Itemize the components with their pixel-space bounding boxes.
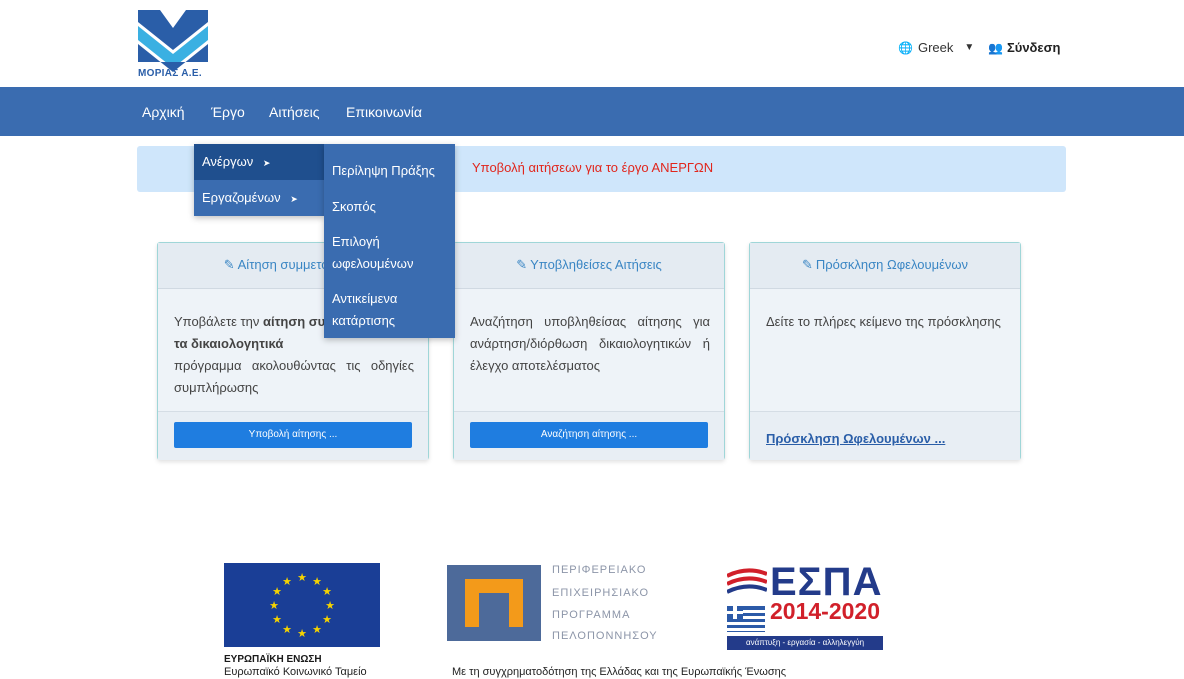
svg-text:★: ★ (282, 623, 292, 636)
nav-contact[interactable]: Επικοινωνία (346, 104, 422, 120)
submit-application-button[interactable]: Υποβολή αίτησης ... (174, 422, 412, 448)
card-body: Δείτε το πλήρες κείμενο της πρόσκλησης (766, 314, 1001, 329)
edit-icon: ✎ (223, 257, 235, 272)
greece-flag-icon (727, 606, 765, 632)
users-icon: 👥 (988, 40, 1003, 55)
card-title: ✎ Πρόσκληση Ωφελουμένων (801, 257, 969, 272)
language-selector[interactable]: 🌐 Greek ▼ (898, 40, 974, 55)
svg-text:★: ★ (325, 599, 335, 612)
pep-line-3: ΠΡΟΓΡΑΜΜΑ (552, 609, 631, 621)
alert-text: Υποβολή αιτήσεων για το έργο ΑΝΕΡΓΩΝ (472, 160, 714, 175)
svg-text:★: ★ (312, 575, 322, 588)
svg-text:★: ★ (282, 575, 292, 588)
svg-text:★: ★ (297, 571, 307, 584)
submenu-item-summary[interactable]: Περίληψη Πράξης (332, 160, 452, 182)
language-label: Greek (917, 40, 954, 55)
svg-text:★: ★ (322, 585, 332, 598)
nav-home[interactable]: Αρχική (142, 104, 185, 120)
cofunding-text: Με τη συγχρηματοδότηση της Ελλάδας και τ… (452, 666, 787, 678)
svg-text:★: ★ (297, 627, 307, 640)
espa-tagline: ανάπτυξη - εργασία - αλληλεγγύη (727, 636, 883, 650)
unemployed-submenu: Περίληψη Πράξης Σκοπός Επιλογή ωφελουμέν… (324, 144, 455, 338)
pep-logo-icon (447, 565, 541, 641)
page: ΜΟΡΙΑΣ Α.Ε. 🌐 Greek ▼ 👥 Σύνδεση Αρχική Έ… (0, 0, 1184, 679)
card-title: ✎ Υποβληθείσες Αιτήσεις (516, 257, 662, 272)
login-label: Σύνδεση (1006, 40, 1061, 55)
chevron-down-icon: ▼ (964, 42, 975, 53)
logo-text: ΜΟΡΙΑΣ Α.Ε. (138, 68, 202, 79)
espa-years: 2014-2020 (770, 598, 880, 624)
caret-right-icon: ➤ (262, 158, 271, 168)
pep-line-4: ΠΕΛΟΠΟΝΝΗΣΟΥ (552, 630, 658, 642)
edit-icon: ✎ (801, 257, 813, 272)
pep-line-1: ΠΕΡΙΦΕΡΕΙΑΚΟ (552, 564, 647, 576)
search-application-button[interactable]: Αναζήτηση αίτησης ... (470, 422, 708, 448)
pep-line-2: ΕΠΙΧΕΙΡΗΣΙΑΚΟ (552, 587, 650, 599)
submenu-item-selection[interactable]: Επιλογή ωφελουμένων (332, 231, 452, 275)
svg-text:★: ★ (312, 623, 322, 636)
eu-title: ΕΥΡΩΠΑΪΚΗ ΕΝΩΣΗ (224, 654, 322, 665)
nav-project[interactable]: Έργο (211, 104, 245, 120)
card-body: Αναζήτηση υποβληθείσας αίτησης για ανάρτ… (470, 314, 710, 373)
svg-text:★: ★ (269, 599, 279, 612)
eu-flag-icon: ★ ★★ ★★★ ★★★ ★★★ (224, 563, 380, 647)
espa-stripes-icon (727, 568, 767, 594)
card-invitation: ✎ Πρόσκληση Ωφελουμένων Δείτε το πλήρες κ… (749, 242, 1021, 460)
svg-text:★: ★ (272, 613, 282, 626)
caret-right-icon: ➤ (290, 194, 298, 204)
submenu-item-purpose[interactable]: Σκοπός (332, 196, 452, 218)
invitation-link[interactable]: Πρόσκληση Ωφελουμένων ... (766, 431, 945, 446)
edit-icon: ✎ (516, 257, 528, 272)
svg-text:★: ★ (322, 613, 332, 626)
svg-text:★: ★ (272, 585, 282, 598)
dropdown-item-unemployed[interactable]: Ανέργων ➤ (194, 144, 324, 180)
eu-fund: Ευρωπαϊκό Κοινωνικό Ταμείο (224, 666, 367, 678)
dropdown-item-employed[interactable]: Εργαζομένων ➤ (194, 180, 324, 216)
project-dropdown: Ανέργων ➤ Εργαζομένων ➤ (194, 144, 324, 216)
globe-icon: 🌐 (898, 40, 913, 55)
main-navbar: Αρχική Έργο Αιτήσεις Επικοινωνία (0, 87, 1184, 136)
card-submitted: ✎ Υποβληθείσες Αιτήσεις Αναζήτηση υποβληθ… (453, 242, 725, 460)
submenu-item-subjects[interactable]: Αντικείμενα κατάρτισης (332, 288, 452, 332)
nav-applications[interactable]: Αιτήσεις (269, 104, 320, 120)
login-link[interactable]: 👥 Σύνδεση (988, 40, 1060, 55)
